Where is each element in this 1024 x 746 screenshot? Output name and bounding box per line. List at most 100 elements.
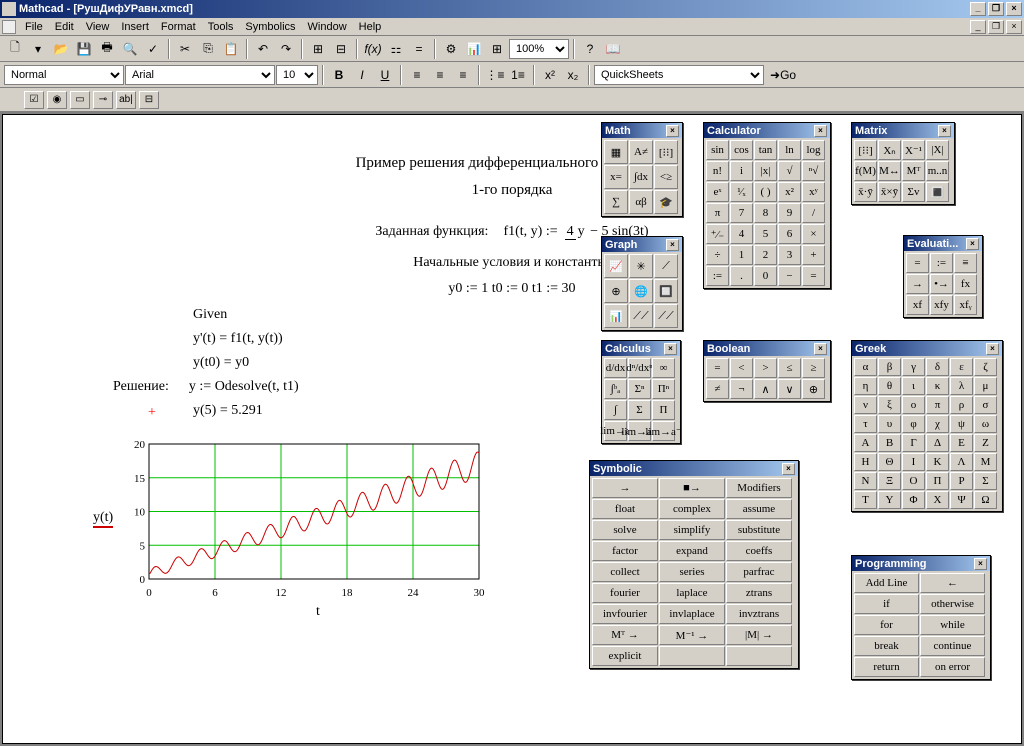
close-icon[interactable]: × [666, 125, 679, 137]
palette-button[interactable]: factor [592, 541, 658, 561]
palette-button[interactable]: ← [920, 573, 985, 593]
palette-button[interactable]: M⁻¹ → [659, 625, 725, 645]
sup-icon[interactable]: x² [539, 64, 561, 86]
palette-button[interactable]: ≡ [954, 253, 977, 273]
palette-button[interactable]: Modifiers [726, 478, 792, 498]
checkbox-toggle-icon[interactable]: ☑ [24, 91, 44, 109]
palette-programming[interactable]: Programming× Add Line←ifotherwiseforwhil… [851, 555, 991, 680]
paste-icon[interactable]: 📋 [220, 38, 242, 60]
palette-button[interactable]: + [802, 245, 825, 265]
calc-icon[interactable]: = [408, 38, 430, 60]
palette-button[interactable]: ÷ [706, 245, 729, 265]
fx-icon[interactable]: f(x) [362, 38, 384, 60]
palette-button[interactable]: ζ [974, 358, 997, 376]
palette-calculus[interactable]: Calculus× d/dxdⁿ/dxⁿ∞∫ᵇₐΣⁿΠⁿ∫ΣΠlim→alim→… [601, 340, 681, 444]
palette-button[interactable]: 6 [778, 224, 801, 244]
palette-button[interactable]: αβ [629, 190, 653, 214]
palette-button[interactable]: otherwise [920, 594, 985, 614]
palette-button[interactable]: break [854, 636, 919, 656]
palette-evaluation[interactable]: Evaluati...× =:=≡→•→fxxfxfyxfᵧ [903, 235, 983, 318]
palette-button[interactable]: 5 [754, 224, 777, 244]
palette-button[interactable]: if [854, 594, 919, 614]
palette-button[interactable]: χ [926, 415, 949, 433]
palette-button[interactable]: 7 [730, 203, 753, 223]
menu-view[interactable]: View [80, 19, 116, 35]
palette-button[interactable]: − [778, 266, 801, 286]
palette-button[interactable]: lim→a⁻ [652, 421, 675, 441]
palette-button[interactable]: Υ [878, 491, 901, 509]
palette-button[interactable]: xfᵧ [954, 295, 977, 315]
quicksheets-select[interactable]: QuickSheets [594, 65, 764, 85]
palette-button[interactable]: π [706, 203, 729, 223]
italic-button[interactable]: I [351, 64, 373, 86]
close-button[interactable]: × [1006, 2, 1022, 16]
palette-button[interactable]: ≤ [778, 358, 801, 378]
palette-button[interactable]: ⁿ√ [802, 161, 825, 181]
menu-format[interactable]: Format [155, 19, 202, 35]
palette-button[interactable]: sin [706, 140, 729, 160]
help-icon[interactable]: ? [579, 38, 601, 60]
palette-button[interactable]: ρ [950, 396, 973, 414]
align-center-icon[interactable]: ≡ [429, 64, 451, 86]
palette-button[interactable]: log [802, 140, 825, 160]
palette-button[interactable]: d/dx [604, 358, 627, 378]
palette-symbolic[interactable]: Symbolic× →■→Modifiersfloatcomplexassume… [589, 460, 799, 669]
align2-icon[interactable]: ⊟ [330, 38, 352, 60]
palette-button[interactable]: = [906, 253, 929, 273]
palette-button[interactable]: 8 [754, 203, 777, 223]
palette-button[interactable]: → [906, 274, 929, 294]
palette-button[interactable]: ▦ [604, 140, 628, 164]
palette-button[interactable]: Mᵀ → [592, 625, 658, 645]
palette-button[interactable]: = [802, 266, 825, 286]
palette-button[interactable]: 🎓 [654, 190, 678, 214]
palette-button[interactable]: Mᵀ [902, 161, 925, 181]
palette-button[interactable]: ≥ [802, 358, 825, 378]
palette-button[interactable]: f(M) [854, 161, 877, 181]
palette-button[interactable]: 🔲 [654, 279, 678, 303]
palette-button[interactable]: Σv [902, 182, 925, 202]
palette-button[interactable]: invztrans [726, 604, 792, 624]
palette-button[interactable]: float [592, 499, 658, 519]
palette-button[interactable]: Ξ [878, 472, 901, 490]
palette-button[interactable]: γ [902, 358, 925, 376]
palette-button[interactable]: 🔳 [926, 182, 949, 202]
palette-button[interactable]: σ [974, 396, 997, 414]
palette-button[interactable]: / [802, 203, 825, 223]
palette-graph[interactable]: Graph× 📈✳⟋⊕🌐🔲📊⟋⟋⟋⟋ [601, 236, 683, 331]
palette-button[interactable]: Ω [974, 491, 997, 509]
palette-button[interactable]: Δ [926, 434, 949, 452]
palette-button[interactable]: x= [604, 165, 628, 189]
palette-button[interactable]: Ν [854, 472, 877, 490]
close-icon[interactable]: × [938, 125, 951, 137]
menu-edit[interactable]: Edit [49, 19, 80, 35]
palette-button[interactable]: Φ [902, 491, 925, 509]
palette-button[interactable]: ztrans [726, 583, 792, 603]
palette-button[interactable]: Η [854, 453, 877, 471]
maximize-button[interactable]: ❐ [988, 2, 1004, 16]
table-icon[interactable]: ⊞ [486, 38, 508, 60]
palette-button[interactable]: δ [926, 358, 949, 376]
sub-icon[interactable]: x₂ [562, 64, 584, 86]
palette-button[interactable]: dⁿ/dxⁿ [628, 358, 651, 378]
close-icon[interactable]: × [814, 343, 827, 355]
palette-button[interactable]: 9 [778, 203, 801, 223]
palette-button[interactable]: ⊕ [802, 379, 825, 399]
palette-button[interactable]: ✳ [629, 254, 653, 278]
copy-icon[interactable]: ⎘ [197, 38, 219, 60]
palette-button[interactable]: 1 [730, 245, 753, 265]
menu-insert[interactable]: Insert [115, 19, 155, 35]
palette-button[interactable]: Γ [902, 434, 925, 452]
palette-button[interactable]: 📈 [604, 254, 628, 278]
palette-button[interactable]: β [878, 358, 901, 376]
unit-icon[interactable]: ⚏ [385, 38, 407, 60]
palette-button[interactable]: Ε [950, 434, 973, 452]
underline-button[interactable]: U [374, 64, 396, 86]
undo-icon[interactable]: ↶ [252, 38, 274, 60]
palette-button[interactable]: |M| → [726, 625, 792, 645]
cut-icon[interactable]: ✂ [174, 38, 196, 60]
close-icon[interactable]: × [664, 343, 677, 355]
palette-button[interactable]: m..n [926, 161, 949, 181]
palette-button[interactable]: explicit [592, 646, 658, 666]
palette-button[interactable]: return [854, 657, 919, 677]
palette-button[interactable]: 2 [754, 245, 777, 265]
